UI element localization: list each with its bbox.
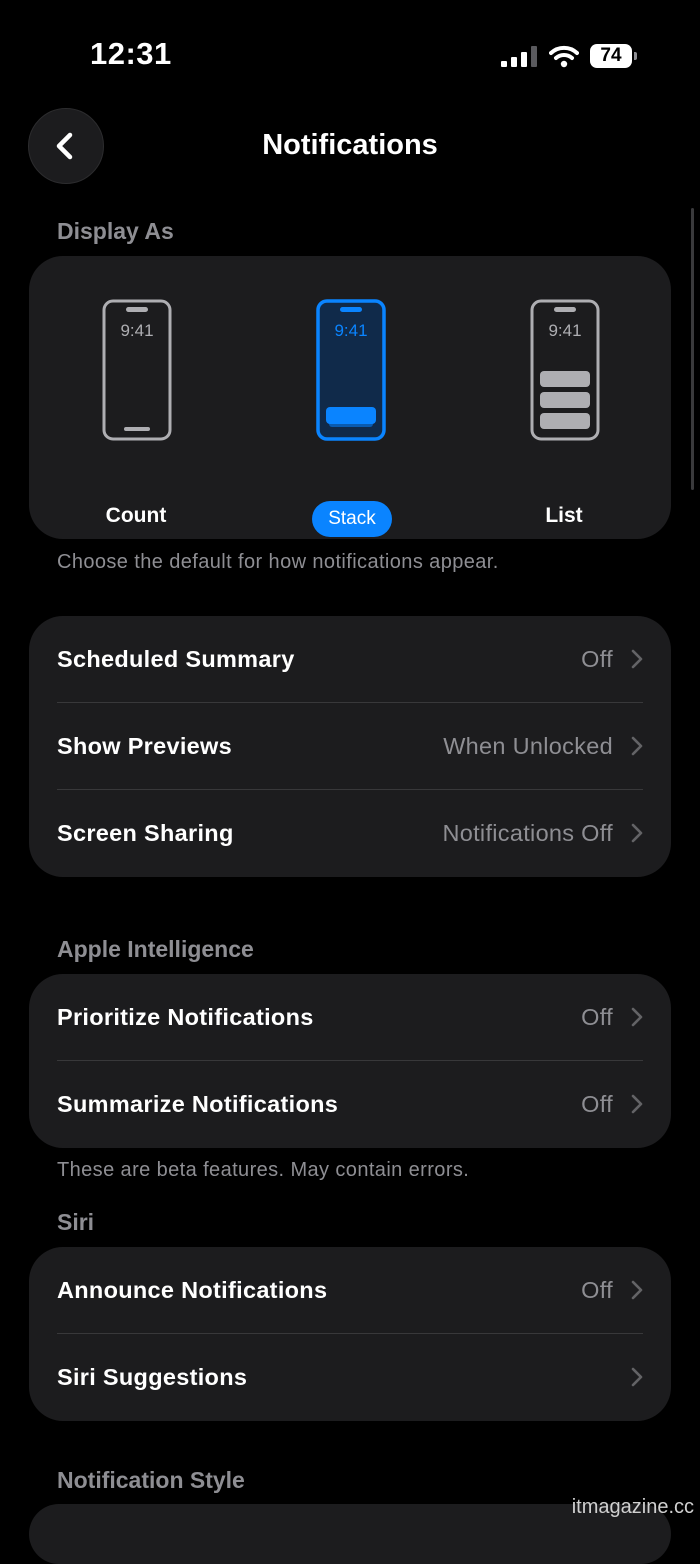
scroll-indicator[interactable] bbox=[691, 208, 694, 490]
row-value: Off bbox=[581, 1277, 613, 1303]
row-scheduled-summary[interactable]: Scheduled Summary Off bbox=[29, 616, 671, 703]
phone-list-icon: 9:41 bbox=[530, 299, 600, 441]
cellular-signal-icon bbox=[501, 46, 537, 67]
section-header-display-as: Display As bbox=[57, 218, 174, 244]
battery-level: 74 bbox=[590, 44, 632, 68]
display-option-label: List bbox=[545, 504, 583, 527]
row-label: Summarize Notifications bbox=[57, 1091, 339, 1117]
row-screen-sharing[interactable]: Screen Sharing Notifications Off bbox=[29, 790, 671, 877]
row-value: Off bbox=[581, 646, 613, 672]
row-label: Announce Notifications bbox=[57, 1277, 328, 1303]
phone-stack-icon: 9:41 bbox=[316, 299, 386, 441]
phone-time: 9:41 bbox=[120, 321, 153, 340]
row-announce-notifications[interactable]: Announce Notifications Off bbox=[29, 1247, 671, 1334]
display-as-card: 9:41 Count 9:41 Stack 9:41 List bbox=[29, 256, 671, 539]
chevron-right-icon bbox=[631, 1367, 643, 1387]
row-label: Siri Suggestions bbox=[57, 1364, 248, 1390]
section-header-siri: Siri bbox=[57, 1209, 95, 1235]
display-as-footer: Choose the default for how notifications… bbox=[57, 551, 499, 573]
row-value: When Unlocked bbox=[443, 733, 613, 759]
general-card: Scheduled Summary Off Show Previews When… bbox=[29, 616, 671, 877]
chevron-right-icon bbox=[631, 1094, 643, 1114]
row-value: Notifications Off bbox=[442, 820, 613, 846]
phone-time: 9:41 bbox=[548, 321, 581, 340]
row-label: Scheduled Summary bbox=[57, 646, 295, 672]
row-show-previews[interactable]: Show Previews When Unlocked bbox=[29, 703, 671, 790]
battery-icon: 74 bbox=[590, 44, 638, 68]
wifi-icon bbox=[549, 45, 579, 68]
status-time: 12:31 bbox=[90, 36, 172, 71]
row-value: Off bbox=[581, 1004, 613, 1030]
section-header-notification-style: Notification Style bbox=[57, 1467, 245, 1493]
apple-intelligence-card: Prioritize Notifications Off Summarize N… bbox=[29, 974, 671, 1148]
apple-intelligence-footer: These are beta features. May contain err… bbox=[57, 1159, 470, 1181]
phone-time: 9:41 bbox=[334, 321, 367, 340]
page-title: Notifications bbox=[262, 129, 438, 161]
chevron-right-icon bbox=[631, 1007, 643, 1027]
chevron-right-icon bbox=[631, 823, 643, 843]
row-label: Screen Sharing bbox=[57, 820, 234, 846]
row-value: Off bbox=[581, 1091, 613, 1117]
row-summarize-notifications[interactable]: Summarize Notifications Off bbox=[29, 1061, 671, 1148]
siri-card: Announce Notifications Off Siri Suggesti… bbox=[29, 1247, 671, 1421]
display-option-label: Count bbox=[105, 504, 167, 527]
row-label: Prioritize Notifications bbox=[57, 1004, 314, 1030]
section-header-apple-intelligence: Apple Intelligence bbox=[57, 936, 254, 962]
chevron-right-icon bbox=[631, 1280, 643, 1300]
chevron-right-icon bbox=[631, 649, 643, 669]
row-label: Show Previews bbox=[57, 733, 232, 759]
chevron-right-icon bbox=[631, 736, 643, 756]
phone-count-icon: 9:41 bbox=[102, 299, 172, 441]
watermark: itmagazine.cc bbox=[571, 1496, 694, 1518]
row-prioritize-notifications[interactable]: Prioritize Notifications Off bbox=[29, 974, 671, 1061]
display-option-label-selected: Stack bbox=[312, 501, 392, 537]
row-siri-suggestions[interactable]: Siri Suggestions bbox=[29, 1334, 671, 1421]
